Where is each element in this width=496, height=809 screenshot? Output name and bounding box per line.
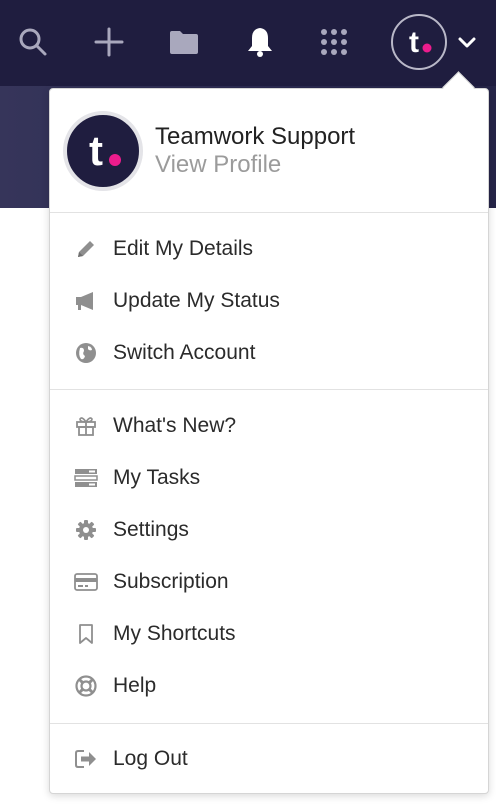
- menu-item-my-shortcuts[interactable]: My Shortcuts: [50, 608, 488, 660]
- top-navigation-bar: t: [0, 0, 496, 86]
- credit-card-icon: [74, 570, 98, 594]
- menu-item-label: Edit My Details: [113, 237, 254, 260]
- menu-item-label: Subscription: [113, 570, 229, 593]
- user-name: Teamwork Support: [155, 123, 356, 150]
- menu-item-label: Settings: [113, 518, 189, 541]
- tasks-icon: [74, 466, 98, 490]
- menu-item-update-status[interactable]: Update My Status: [50, 275, 488, 327]
- bell-icon[interactable]: [242, 24, 278, 60]
- gear-icon: [74, 518, 98, 542]
- svg-text:t: t: [89, 127, 103, 174]
- user-avatar-button[interactable]: t: [391, 14, 447, 70]
- folder-icon[interactable]: [166, 24, 202, 60]
- menu-item-my-tasks[interactable]: My Tasks: [50, 452, 488, 504]
- menu-item-log-out[interactable]: Log Out: [50, 733, 488, 785]
- logout-icon: [74, 747, 98, 771]
- plus-icon[interactable]: [91, 24, 127, 60]
- menu-item-switch-account[interactable]: Switch Account: [50, 327, 488, 379]
- gift-icon: [74, 414, 98, 438]
- teamwork-logo-icon: t: [89, 127, 121, 174]
- menu-item-whats-new[interactable]: What's New?: [50, 400, 488, 452]
- menu-section-main: What's New? My Tasks Settings Subscripti…: [50, 390, 488, 724]
- menu-item-subscription[interactable]: Subscription: [50, 556, 488, 608]
- menu-item-label: Update My Status: [113, 289, 280, 312]
- menu-item-help[interactable]: Help: [50, 660, 488, 712]
- user-dropdown-menu: t Teamwork Support View Profile Edit My …: [49, 88, 489, 794]
- menu-item-label: My Shortcuts: [113, 622, 236, 645]
- megaphone-icon: [74, 289, 98, 313]
- apps-grid-icon[interactable]: [316, 24, 352, 60]
- menu-item-label: My Tasks: [113, 466, 201, 489]
- menu-item-settings[interactable]: Settings: [50, 504, 488, 556]
- menu-item-edit-details[interactable]: Edit My Details: [50, 223, 488, 275]
- svg-text:t: t: [409, 26, 419, 59]
- search-icon[interactable]: [15, 24, 51, 60]
- chevron-down-icon[interactable]: [456, 32, 478, 54]
- pencil-icon: [74, 237, 98, 261]
- bookmark-icon: [74, 622, 98, 646]
- menu-item-label: Help: [113, 674, 157, 697]
- profile-avatar: t: [63, 111, 143, 191]
- view-profile-link[interactable]: View Profile: [155, 151, 281, 179]
- menu-section-account: Edit My Details Update My Status Switch …: [50, 213, 488, 390]
- menu-item-label: Log Out: [113, 747, 188, 770]
- menu-section-logout: Log Out: [50, 724, 488, 793]
- globe-icon: [74, 341, 98, 365]
- teamwork-logo-icon: t: [409, 26, 432, 59]
- menu-item-label: Switch Account: [113, 341, 256, 364]
- profile-header[interactable]: t Teamwork Support View Profile: [50, 89, 488, 213]
- menu-item-label: What's New?: [113, 414, 237, 437]
- lifebuoy-icon: [74, 674, 98, 698]
